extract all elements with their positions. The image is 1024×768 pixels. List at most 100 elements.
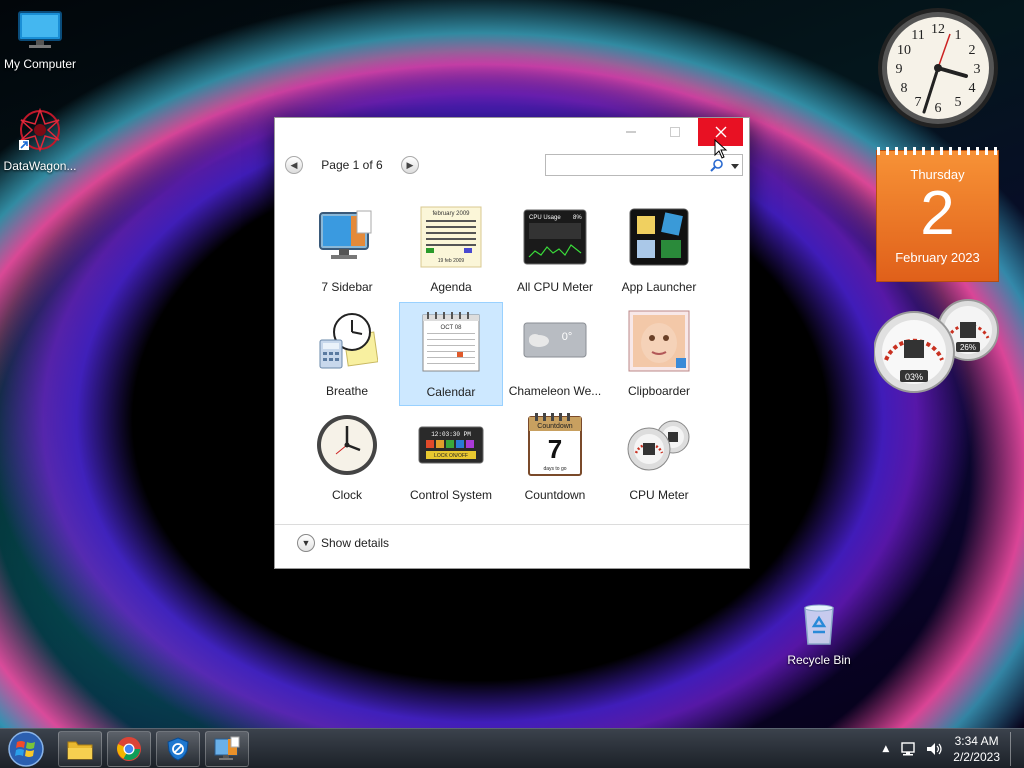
countdown-number: 7 [548, 434, 562, 464]
svg-text:1: 1 [955, 28, 962, 43]
svg-text:7: 7 [915, 95, 922, 110]
cpu-usage-panel-icon: CPU Usage 8% [523, 209, 587, 265]
shield-icon [167, 737, 189, 761]
app-launcher-icon [629, 208, 689, 266]
gadget-tile-calendar[interactable]: OCT 08 Calendar [399, 302, 503, 406]
gadget-gallery-window: ◀ Page 1 of 6 ▶ 7 Sidebar february 2009 … [274, 117, 750, 569]
svg-text:5: 5 [955, 95, 962, 110]
gadget-name: Chameleon We... [508, 384, 602, 398]
datawagon-shortcut[interactable]: DataWagon... [0, 107, 80, 173]
clock-date: 2/2/2023 [953, 750, 1000, 764]
windows-logo-icon [8, 731, 44, 767]
chevron-down-circle-icon: ▼ [297, 534, 315, 552]
clock-gadget[interactable]: 12 1 2 345 678 9 10 11 [876, 6, 1000, 130]
desktop: My Computer DataWagon... Recycle Bin 12 … [0, 0, 1024, 728]
volume-icon[interactable] [925, 741, 943, 757]
system-tray: ▲ 3:34 AM 2/2/2023 [882, 729, 1014, 768]
svg-text:6: 6 [935, 101, 942, 116]
countdown-title: Countdown [537, 423, 573, 430]
gadget-name: 7 Sidebar [321, 280, 373, 294]
cpu-percent: 03% [905, 372, 923, 382]
chameleon-temp: 0° [562, 331, 573, 343]
minimize-button[interactable] [609, 118, 653, 146]
svg-text:10: 10 [897, 43, 911, 58]
page-navigator: ◀ Page 1 of 6 ▶ [285, 155, 419, 175]
chevron-down-icon[interactable] [730, 161, 740, 171]
svg-text:12: 12 [931, 22, 945, 37]
calendar-rings [877, 147, 998, 155]
page-indicator: Page 1 of 6 [321, 158, 383, 172]
gadget-tile-all-cpu-meter[interactable]: CPU Usage 8% All CPU Meter [503, 198, 607, 302]
network-icon[interactable] [899, 741, 917, 757]
gadget-tile-clipboarder[interactable]: Clipboarder [607, 302, 711, 406]
search-input[interactable] [550, 155, 700, 175]
clipboarder-photo-icon [628, 310, 690, 372]
mouse-cursor-icon [714, 139, 728, 159]
gadget-tile-7-sidebar[interactable]: 7 Sidebar [295, 198, 399, 302]
gadget-name: Control System [409, 488, 493, 502]
maximize-button[interactable] [653, 118, 697, 146]
recycle-bin-shortcut[interactable]: Recycle Bin [779, 602, 859, 667]
show-details-toggle[interactable]: ▼ Show details [297, 534, 389, 552]
chrome-icon [117, 737, 141, 761]
search-icon[interactable] [710, 158, 724, 172]
gadget-name: All CPU Meter [516, 280, 593, 294]
ram-percent: 26% [960, 343, 976, 352]
my-computer-shortcut[interactable]: My Computer [0, 10, 80, 71]
control-system-panel-icon: 12:03:30 PM LOCK ON/OFF [418, 426, 484, 464]
footer-divider [275, 524, 749, 525]
gadget-tile-breathe[interactable]: Breathe [295, 302, 399, 406]
agenda-footer: 19 feb 2009 [438, 258, 465, 264]
calendar-grid-icon: OCT 08 [422, 312, 480, 372]
show-desktop-button[interactable] [1010, 732, 1014, 766]
start-button[interactable] [6, 730, 46, 768]
gadget-name: Clock [331, 488, 362, 502]
show-hidden-icons-button[interactable]: ▲ [882, 744, 889, 754]
taskbar-gadgets[interactable] [205, 731, 249, 767]
sidebar-monitor-icon [319, 210, 372, 259]
gadget-name: CPU Meter [629, 488, 689, 502]
gadget-tile-chameleon-weather[interactable]: 0° Chameleon We... [503, 302, 607, 406]
gadget-name: Clipboarder [627, 384, 691, 398]
gadget-name: Breathe [325, 384, 369, 398]
svg-text:8: 8 [901, 81, 908, 96]
calendar-gadget[interactable]: Thursday 2 February 2023 [876, 147, 999, 282]
cpu-usage-percent: 8% [573, 215, 582, 221]
gadget-name: Calendar [426, 385, 476, 399]
gadget-tile-countdown[interactable]: Countdown 7 days to go Countdown [503, 406, 607, 510]
breathe-clock-icon [319, 313, 378, 369]
gadget-tile-app-launcher[interactable]: App Launcher [607, 198, 711, 302]
monitor-icon [18, 11, 62, 48]
svg-text:3: 3 [974, 62, 981, 77]
weather-cloud-icon: 0° [523, 322, 587, 358]
gadget-tile-clock[interactable]: Clock [295, 406, 399, 510]
gadget-tile-cpu-meter[interactable]: CPU Meter [607, 406, 711, 510]
taskbar: ▲ 3:34 AM 2/2/2023 [0, 728, 1024, 768]
taskbar-file-explorer[interactable] [58, 731, 102, 767]
analog-clock-icon: 12 12 345 678 91011 [878, 8, 998, 128]
next-page-button[interactable]: ▶ [401, 156, 419, 174]
control-lock: LOCK ON/OFF [434, 453, 468, 459]
chevron-right-icon: ▶ [406, 159, 414, 170]
agenda-title: february 2009 [432, 211, 470, 217]
show-details-label: Show details [321, 536, 390, 550]
svg-text:4: 4 [969, 81, 976, 96]
taskbar-clock[interactable]: 3:34 AM 2/2/2023 [953, 733, 1000, 765]
control-time: 12:03:30 PM [431, 431, 471, 438]
gadget-monitor-icon [214, 736, 240, 760]
gadget-tile-control-system[interactable]: 12:03:30 PM LOCK ON/OFF Control System [399, 406, 503, 510]
calendar-thumb-month: OCT 08 [441, 325, 463, 331]
gadget-tile-agenda[interactable]: february 2009 19 feb 2009 Agenda [399, 198, 503, 302]
svg-text:11: 11 [911, 28, 924, 43]
taskbar-chrome[interactable] [107, 731, 151, 767]
maximize-icon [670, 127, 680, 137]
cpu-usage-title: CPU Usage [529, 215, 561, 221]
countdown-calendar-icon: Countdown 7 days to go [528, 413, 582, 476]
cpu-meter-gadget[interactable]: 26% 03% [873, 298, 1000, 394]
calendar-day: 2 [920, 179, 955, 248]
my-computer-label: My Computer [3, 57, 77, 71]
taskbar-security-app[interactable] [156, 731, 200, 767]
previous-page-button[interactable]: ◀ [285, 156, 303, 174]
cpu-meter-icon: 26% 03% [873, 299, 999, 393]
agenda-calendar-icon: february 2009 19 feb 2009 [420, 206, 482, 268]
